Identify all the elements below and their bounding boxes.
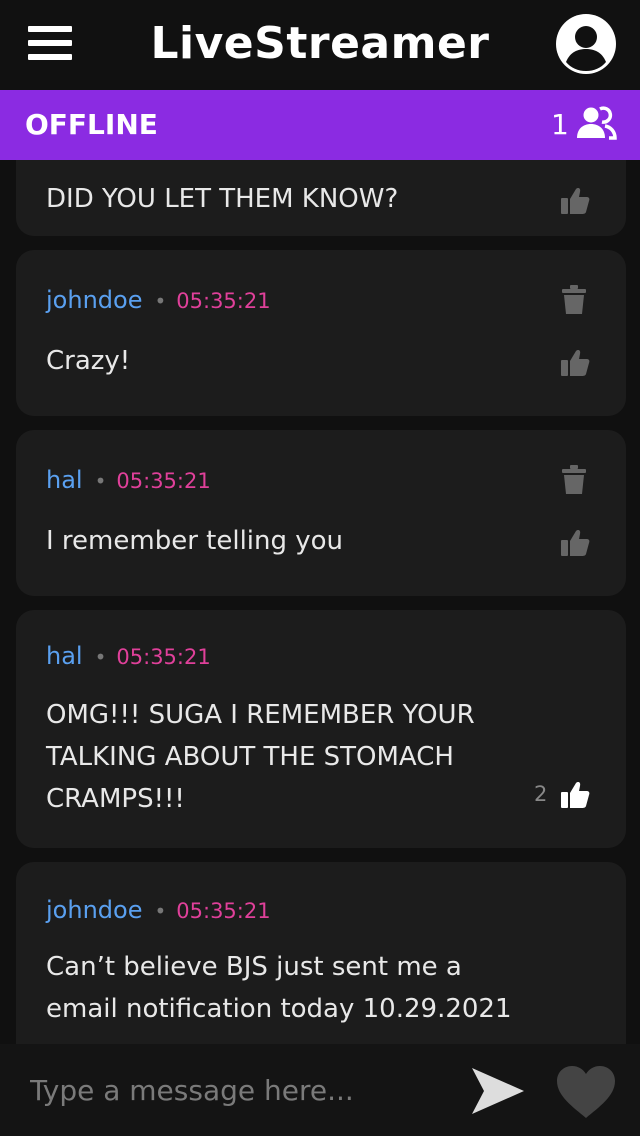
like-count: 2	[534, 782, 548, 806]
chat-message: hal • 05:35:21 OMG!!! SUGA I REMEMBER YOUR…	[16, 610, 626, 906]
message-meta: johndoe • 05:35:21	[46, 896, 271, 924]
message-text-line: CRAMPS!!!	[46, 784, 185, 814]
separator-dot: •	[94, 645, 107, 669]
message-time: 05:35:21	[116, 469, 211, 493]
message-input[interactable]	[14, 1066, 454, 1114]
message-username[interactable]: johndoe	[46, 896, 142, 924]
thumbs-up-icon[interactable]	[560, 780, 590, 810]
message-text-line: email notification today 10.29.2021	[46, 994, 512, 1024]
trash-icon[interactable]	[561, 465, 587, 495]
message-text: I remember telling you	[46, 526, 344, 556]
message-time: 05:35:21	[176, 899, 271, 923]
thumbs-up-icon[interactable]	[560, 348, 590, 378]
chat-message: johndoe • 05:35:21 Crazy!	[16, 250, 626, 416]
message-text-line: OMG!!! SUGA I REMEMBER YOUR	[46, 700, 475, 730]
message-text: Crazy!	[46, 346, 131, 376]
stream-status-bar: OFFLINE 1	[0, 90, 640, 160]
user-circle-icon[interactable]	[555, 13, 617, 75]
message-meta: hal • 05:35:21	[46, 642, 211, 670]
message-text: DID YOU LET THEM KNOW?	[46, 184, 399, 214]
message-meta: hal • 05:35:21	[46, 466, 211, 494]
separator-dot: •	[154, 289, 167, 313]
message-username[interactable]: hal	[46, 466, 83, 494]
users-icon[interactable]	[576, 106, 618, 142]
message-text: OMG!!! SUGA I REMEMBER YOUR TALKING ABOU…	[46, 694, 475, 820]
trash-icon[interactable]	[561, 285, 587, 315]
chat-message: DID YOU LET THEM KNOW?	[16, 160, 626, 236]
separator-dot: •	[94, 469, 107, 493]
message-text-line: Can’t believe BJS just sent me a	[46, 952, 462, 982]
separator-dot: •	[154, 899, 167, 923]
message-composer	[0, 1044, 640, 1136]
thumbs-up-icon[interactable]	[560, 186, 590, 216]
message-meta: johndoe • 05:35:21	[46, 286, 271, 314]
message-time: 05:35:21	[116, 645, 211, 669]
message-text-line: TALKING ABOUT THE STOMACH	[46, 742, 454, 772]
chat-message: hal • 05:35:21 I remember telling you	[16, 430, 626, 596]
chat-message-list[interactable]: DID YOU LET THEM KNOW? johndoe • 05:35:21 …	[0, 160, 640, 1044]
message-text: Can’t believe BJS just sent me a email n…	[46, 946, 512, 1030]
thumbs-up-icon[interactable]	[560, 528, 590, 558]
message-username[interactable]: johndoe	[46, 286, 142, 314]
app-title: LiveStreamer	[150, 18, 490, 69]
heart-icon[interactable]	[555, 1064, 617, 1120]
chat-message: johndoe • 05:35:21 Can’t believe BJS just …	[16, 862, 626, 1044]
message-time: 05:35:21	[176, 289, 271, 313]
viewer-count: 1	[551, 108, 569, 141]
top-bar: LiveStreamer	[0, 0, 640, 90]
stream-status-label: OFFLINE	[25, 108, 158, 141]
send-icon[interactable]	[470, 1066, 526, 1116]
message-username[interactable]: hal	[46, 642, 83, 670]
